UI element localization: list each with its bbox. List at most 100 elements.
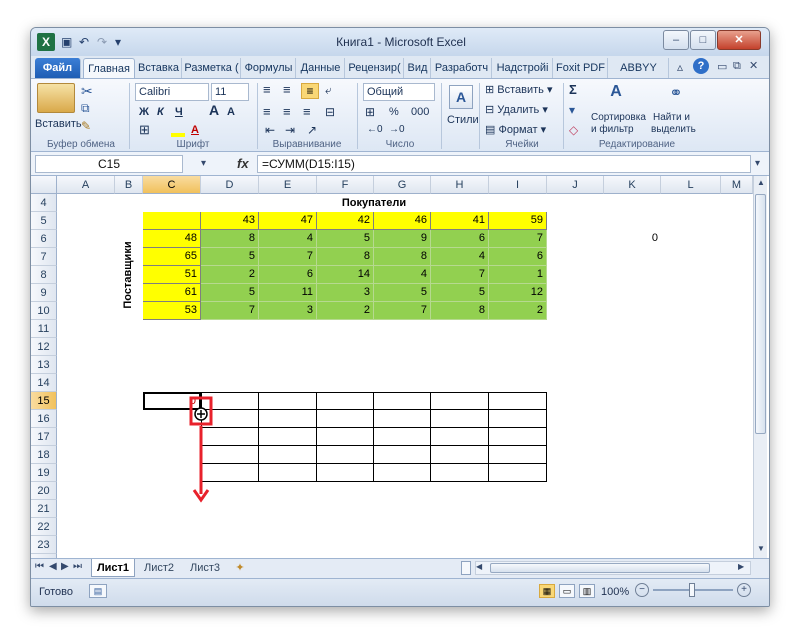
column-header-i[interactable]: I [489,176,547,194]
scroll-right-icon[interactable]: ▶ [738,562,744,571]
result-cell[interactable] [259,428,317,446]
thousands-button[interactable]: 000 [411,105,429,119]
align-right-icon[interactable]: ≡ [303,105,311,119]
cost-cell[interactable]: 7 [489,230,547,248]
column-header-d[interactable]: D [201,176,259,194]
decrease-decimal-icon[interactable]: →0 [389,123,405,137]
row-header-19[interactable]: 19 [31,464,57,482]
formula-input[interactable]: =СУММ(D15:I15) [257,155,751,173]
demand-cell[interactable]: 41 [431,212,489,230]
cost-cell[interactable]: 6 [431,230,489,248]
result-cell[interactable] [374,428,431,446]
scroll-left-icon[interactable]: ◀ [476,562,482,571]
align-bottom-icon[interactable]: ≡ [301,83,319,99]
name-box-dropdown-icon[interactable]: ▾ [201,158,206,169]
macro-record-icon[interactable]: ▤ [89,584,107,598]
cost-cell[interactable]: 4 [259,230,317,248]
result-cell[interactable] [431,392,489,410]
expand-formula-bar-icon[interactable]: ▾ [755,158,760,169]
paste-button[interactable]: Вставить [35,117,82,131]
cost-cell[interactable]: 14 [317,266,374,284]
supply-cell[interactable]: 53 [143,302,201,320]
sheet-nav-next-icon[interactable]: ▶ [61,561,69,572]
result-cell[interactable] [259,464,317,482]
result-cell[interactable] [317,392,374,410]
column-header-m[interactable]: M [721,176,753,194]
tab-home[interactable]: Главная [83,58,135,78]
cost-cell[interactable]: 5 [317,230,374,248]
select-all-corner[interactable] [31,176,57,194]
orientation-icon[interactable]: ↗ [307,123,317,137]
row-header-20[interactable]: 20 [31,482,57,500]
result-cell[interactable] [489,428,547,446]
insert-sheet-icon[interactable]: ✦ [229,559,251,577]
row-header-23[interactable]: 23 [31,536,57,554]
cost-cell[interactable]: 8 [374,248,431,266]
cost-cell[interactable]: 3 [259,302,317,320]
row-header-5[interactable]: 5 [31,212,57,230]
demand-cell[interactable]: 46 [374,212,431,230]
result-cell[interactable] [201,410,259,428]
tab-developer[interactable]: Разработч [432,58,492,78]
k6-cell[interactable]: 0 [604,230,661,248]
result-cell[interactable] [489,410,547,428]
font-color-icon[interactable]: A [191,123,199,137]
tab-insert[interactable]: Вставка [136,58,182,78]
zoom-level[interactable]: 100% [601,586,629,598]
cost-cell[interactable]: 5 [431,284,489,302]
help-icon[interactable]: ? [693,58,709,74]
align-center-icon[interactable]: ≡ [283,105,291,119]
demand-cell[interactable]: 42 [317,212,374,230]
result-cell[interactable] [489,392,547,410]
cost-cell[interactable]: 8 [317,248,374,266]
tab-split-handle[interactable] [461,561,471,575]
bold-button[interactable]: Ж [139,105,149,119]
result-cell[interactable] [201,428,259,446]
cut-icon[interactable]: ✂ [81,83,93,100]
row-header-10[interactable]: 10 [31,302,57,320]
scroll-down-icon[interactable]: ▼ [756,544,766,556]
column-header-e[interactable]: E [259,176,317,194]
supply-cell[interactable]: 65 [143,248,201,266]
tab-abbyy-pdf[interactable]: ABBYY PDF [609,58,669,94]
row-header-8[interactable]: 8 [31,266,57,284]
increase-indent-icon[interactable]: ⇥ [285,123,295,137]
tab-view[interactable]: Вид [405,58,431,78]
zoom-out-icon[interactable]: − [635,583,649,597]
styles-icon[interactable]: A [449,85,473,109]
corner-cell[interactable] [143,212,201,230]
row-header-6[interactable]: 6 [31,230,57,248]
paste-icon[interactable] [37,83,75,113]
copy-icon[interactable]: ⧉ [81,101,90,116]
column-header-k[interactable]: K [604,176,661,194]
cost-cell[interactable]: 8 [431,302,489,320]
row-header-15[interactable]: 15 [31,392,57,410]
supply-cell[interactable]: 51 [143,266,201,284]
undo-icon[interactable]: ↶ [79,34,89,50]
cost-cell[interactable]: 2 [201,266,259,284]
page-layout-view-icon[interactable]: ▭ [559,584,575,598]
fill-icon[interactable]: ▾ [569,103,575,117]
row-header-9[interactable]: 9 [31,284,57,302]
horizontal-scrollbar[interactable]: ◀ ▶ [475,561,751,575]
cost-cell[interactable]: 1 [489,266,547,284]
excel-logo-icon[interactable]: X [37,33,55,51]
italic-button[interactable]: К [157,105,164,119]
supply-cell[interactable]: 61 [143,284,201,302]
workbook-restore-icon[interactable]: ⧉ [733,60,741,73]
row-header-11[interactable]: 11 [31,320,57,338]
delete-cells-button[interactable]: ⊟ Удалить ▾ [485,103,548,117]
result-cell[interactable] [201,446,259,464]
sheet-tab-3[interactable]: Лист3 [183,559,227,577]
decrease-indent-icon[interactable]: ⇤ [265,123,275,137]
cost-cell[interactable]: 3 [317,284,374,302]
cost-cell[interactable]: 7 [259,248,317,266]
row-header-16[interactable]: 16 [31,410,57,428]
shrink-font-button[interactable]: A [227,105,235,119]
result-cell[interactable] [374,392,431,410]
clear-icon[interactable]: ◇ [569,123,578,137]
sheet-nav-prev-icon[interactable]: ◀ [49,561,57,572]
row-header-7[interactable]: 7 [31,248,57,266]
result-cell[interactable] [374,410,431,428]
column-header-g[interactable]: G [374,176,431,194]
